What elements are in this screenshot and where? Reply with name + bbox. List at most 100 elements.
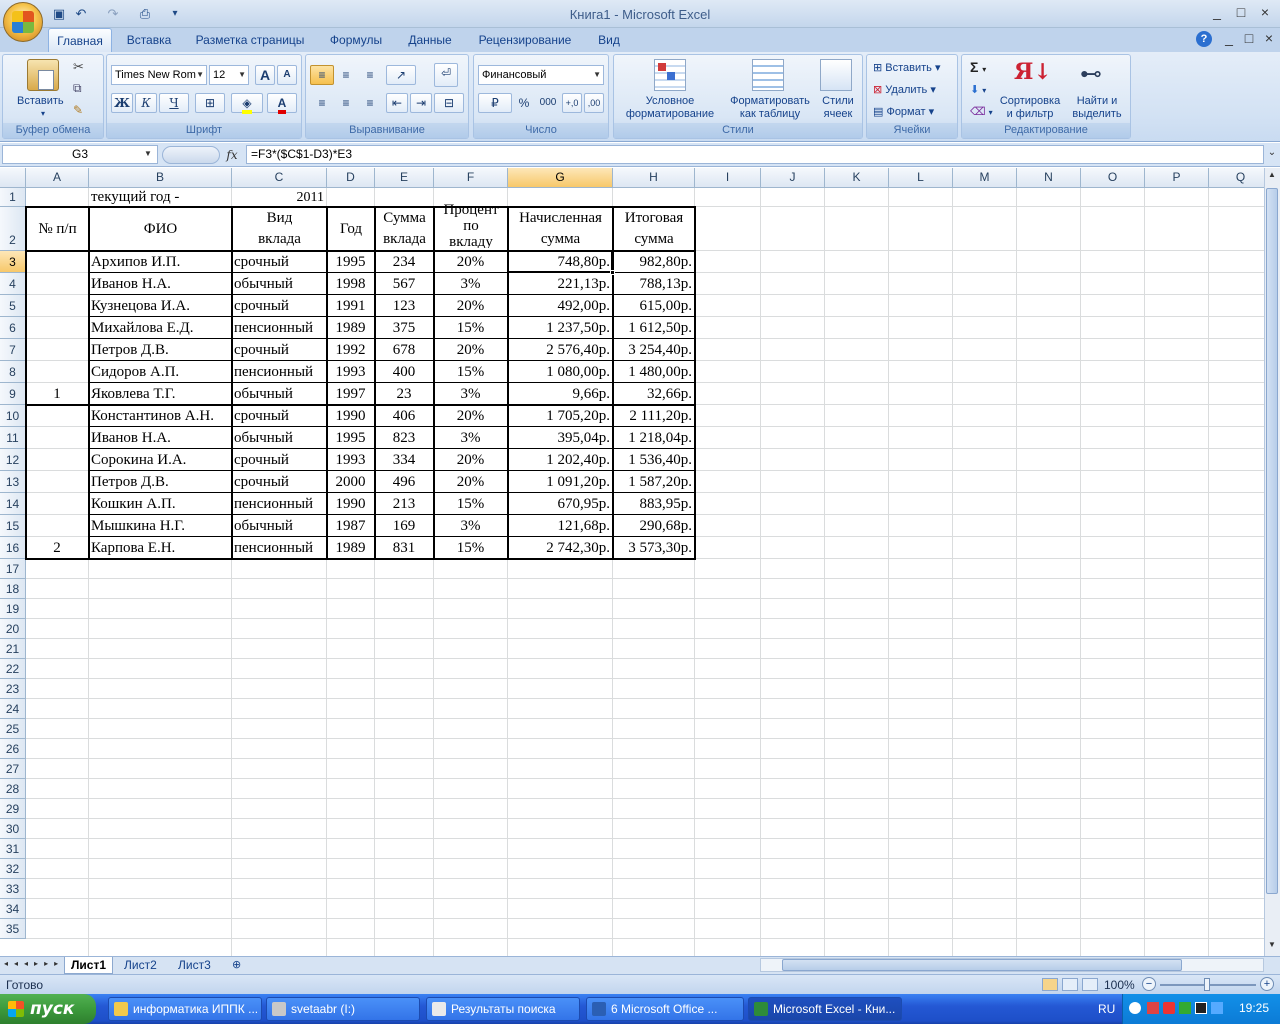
column-header[interactable]: F bbox=[434, 168, 508, 188]
current-year-value[interactable]: 2011 bbox=[234, 188, 324, 207]
row-header[interactable]: 35 bbox=[0, 919, 26, 939]
sheet-nav-icons[interactable]: ◂◂◂▸▸▸ bbox=[4, 959, 64, 968]
font-size-select[interactable]: 12 ▼ bbox=[209, 65, 249, 85]
paste-icon[interactable] bbox=[27, 59, 59, 91]
row-header[interactable]: 27 bbox=[0, 759, 26, 779]
column-header[interactable]: E bbox=[375, 168, 434, 188]
cell-amount[interactable]: 567 bbox=[377, 273, 431, 295]
start-button[interactable]: пуск bbox=[0, 994, 96, 1024]
cell-accrued[interactable]: 121,68р. bbox=[510, 515, 611, 537]
row-header[interactable]: 22 bbox=[0, 659, 26, 679]
align-right-button[interactable]: ≡ bbox=[358, 93, 382, 113]
format-as-table-icon[interactable] bbox=[752, 59, 784, 91]
cell-name[interactable]: Кузнецова И.А. bbox=[91, 295, 229, 317]
increase-decimal-button[interactable]: +,0 bbox=[562, 93, 582, 113]
column-header[interactable]: I bbox=[695, 168, 761, 188]
vertical-scroll-thumb[interactable] bbox=[1266, 188, 1278, 894]
worksheet-grid[interactable]: A B C D E F G H I J K L M N O P Q 1 2 3 4 5 6 7 8 9 10 11 12 13 14 15 16… bbox=[0, 168, 1264, 956]
cell-accrued[interactable]: 492,00р. bbox=[510, 295, 611, 317]
header-cell-d[interactable]: Год bbox=[327, 207, 375, 251]
wrap-text-button[interactable]: ⏎ bbox=[434, 63, 458, 87]
cell-year[interactable]: 1991 bbox=[329, 295, 372, 317]
close-button[interactable]: × bbox=[1254, 5, 1276, 21]
taskbar-item-search[interactable]: Результаты поиска bbox=[426, 997, 580, 1021]
percent-button[interactable]: % bbox=[514, 93, 534, 113]
antivirus-icon[interactable] bbox=[1163, 1002, 1175, 1014]
header-cell-f[interactable]: Процент по вкладу bbox=[434, 204, 508, 248]
binoculars-icon[interactable]: ⊷ bbox=[1080, 61, 1112, 93]
sheet-tab-3[interactable]: Лист3 bbox=[172, 957, 217, 974]
row-header[interactable]: 17 bbox=[0, 559, 26, 579]
cell-total[interactable]: 982,80р. bbox=[615, 251, 693, 273]
insert-sheet-icon[interactable]: ⊕ bbox=[226, 957, 247, 974]
format-as-table-button[interactable]: Форматировать как таблицу bbox=[722, 95, 818, 121]
cell-year[interactable]: 1989 bbox=[329, 317, 372, 339]
tab-formulas[interactable]: Формулы bbox=[322, 28, 390, 52]
cell-percent[interactable]: 20% bbox=[436, 251, 505, 273]
name-box[interactable]: G3 bbox=[2, 145, 158, 164]
insert-cells-button[interactable]: ⊞ Вставить ▾ bbox=[873, 61, 941, 74]
cell-total[interactable]: 1 480,00р. bbox=[615, 361, 692, 383]
row-header[interactable]: 12 bbox=[0, 449, 26, 471]
borders-button[interactable]: ⊞ bbox=[195, 93, 225, 113]
cell-total[interactable]: 1 536,40р. bbox=[615, 449, 692, 471]
row-header[interactable]: 16 bbox=[0, 537, 26, 559]
row-header[interactable]: 5 bbox=[0, 295, 26, 317]
header-cell-c[interactable]: Вид вклада bbox=[232, 207, 327, 251]
copy-icon[interactable]: ⧉ bbox=[73, 81, 82, 96]
cell-year[interactable]: 1990 bbox=[329, 493, 372, 515]
align-bottom-button[interactable]: ≡ bbox=[358, 65, 382, 85]
cell-styles-icon[interactable] bbox=[820, 59, 852, 91]
row-header[interactable]: 8 bbox=[0, 361, 26, 383]
row-header[interactable]: 19 bbox=[0, 599, 26, 619]
cell-name[interactable]: Иванов Н.А. bbox=[91, 427, 229, 449]
cell-amount[interactable]: 123 bbox=[377, 295, 431, 317]
tab-page-layout[interactable]: Разметка страницы bbox=[190, 28, 310, 52]
scroll-up-icon[interactable]: ▲ bbox=[1266, 170, 1278, 184]
increase-indent-button[interactable]: ⇥ bbox=[410, 93, 432, 113]
name-box-dropdown-icon[interactable]: ▼ bbox=[144, 149, 152, 158]
row-header[interactable]: 25 bbox=[0, 719, 26, 739]
row-header[interactable]: 21 bbox=[0, 639, 26, 659]
cell-percent[interactable]: 20% bbox=[436, 339, 505, 361]
cell-accrued[interactable]: 1 202,40р. bbox=[510, 449, 610, 471]
taskbar-item-office[interactable]: 6 Microsoft Office ... bbox=[586, 997, 744, 1021]
language-indicator[interactable]: RU bbox=[1098, 1002, 1115, 1016]
column-header[interactable]: B bbox=[89, 168, 232, 188]
delete-cells-button[interactable]: ⊠ Удалить ▾ bbox=[873, 83, 936, 96]
maximize-button[interactable]: □ bbox=[1230, 5, 1252, 21]
row-header[interactable]: 18 bbox=[0, 579, 26, 599]
tab-insert[interactable]: Вставка bbox=[118, 28, 180, 52]
row-header[interactable]: 24 bbox=[0, 699, 26, 719]
cell-deposit-type[interactable]: пенсионный bbox=[234, 361, 324, 383]
formula-input[interactable]: =F3*($C$1-D3)*E3 bbox=[246, 145, 1264, 164]
cell-total[interactable]: 1 218,04р. bbox=[615, 427, 692, 449]
scroll-down-icon[interactable]: ▼ bbox=[1266, 940, 1278, 954]
column-header[interactable]: M bbox=[953, 168, 1017, 188]
taskbar-item-drive[interactable]: svetaabr (I:) bbox=[266, 997, 420, 1021]
row-header[interactable]: 3 bbox=[0, 251, 26, 273]
row-header[interactable]: 6 bbox=[0, 317, 26, 339]
cell-year[interactable]: 1987 bbox=[329, 515, 372, 537]
cell-amount[interactable]: 23 bbox=[377, 383, 431, 405]
clear-button[interactable]: ⌫ ▾ bbox=[970, 105, 993, 118]
media-icon[interactable] bbox=[1195, 1002, 1207, 1014]
italic-button[interactable]: К bbox=[135, 93, 157, 113]
currency-format-button[interactable]: ₽ bbox=[478, 93, 512, 113]
cell-year[interactable]: 1990 bbox=[329, 405, 372, 427]
column-header[interactable]: G bbox=[508, 168, 613, 188]
orientation-button[interactable]: ↗ bbox=[386, 65, 416, 85]
cut-icon[interactable]: ✂ bbox=[73, 59, 84, 75]
cell-deposit-type[interactable]: срочный bbox=[234, 339, 324, 361]
cell-name[interactable]: Иванов Н.А. bbox=[91, 273, 229, 295]
cell-accrued[interactable]: 670,95р. bbox=[510, 493, 611, 515]
cell-total[interactable]: 32,66р. bbox=[615, 383, 692, 405]
cell-deposit-type[interactable]: пенсионный bbox=[234, 537, 324, 559]
grow-font-button[interactable]: A bbox=[255, 65, 275, 85]
cell-year[interactable]: 1998 bbox=[329, 273, 372, 295]
header-cell-g[interactable]: Начисленная сумма bbox=[508, 207, 613, 251]
find-select-button[interactable]: Найти и выделить bbox=[1066, 95, 1128, 121]
font-color-button[interactable]: A bbox=[267, 93, 297, 114]
cell-percent[interactable]: 3% bbox=[436, 427, 505, 449]
page-break-view-icon[interactable] bbox=[1082, 978, 1098, 991]
